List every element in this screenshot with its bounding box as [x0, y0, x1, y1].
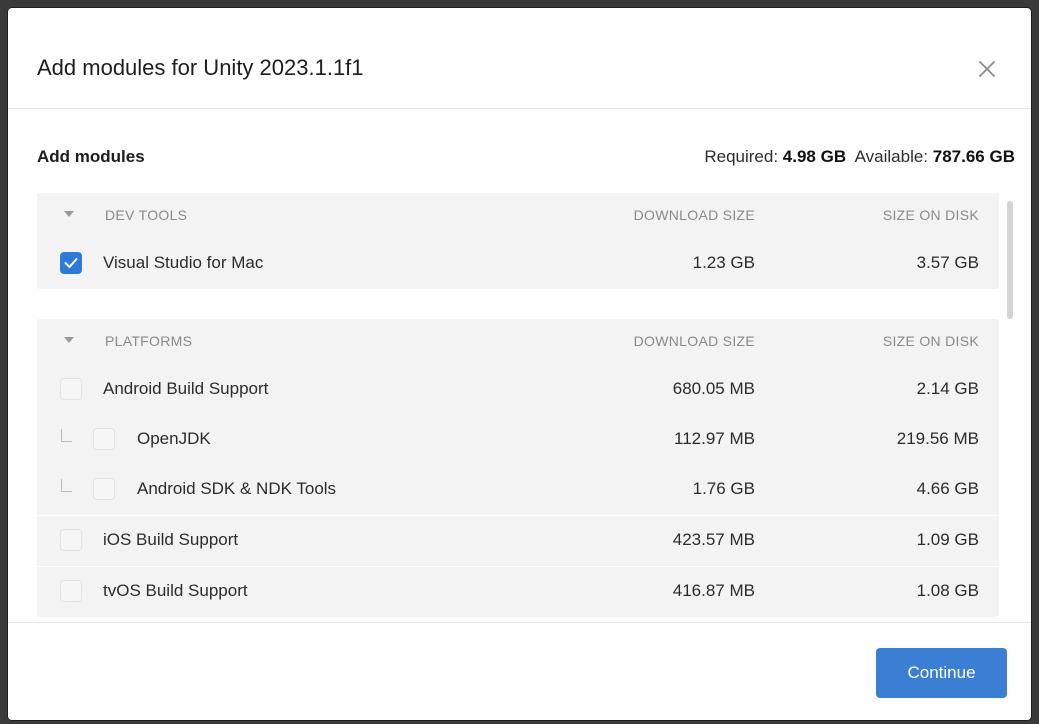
module-name: Visual Studio for Mac	[103, 253, 264, 272]
dialog-header: Add modules for Unity 2023.1.1f1	[8, 8, 1031, 109]
group-name: PLATFORMS	[105, 333, 193, 349]
module-download-size: 1.23 GB	[692, 253, 755, 272]
module-row[interactable]: Android SDK & NDK Tools 1.76 GB 4.66 GB	[37, 465, 999, 515]
download-size-header: DOWNLOAD SIZE	[633, 207, 755, 223]
module-row[interactable]: iOS Build Support 423.57 MB 1.09 GB	[37, 515, 999, 566]
scrollbar-thumb[interactable]	[1007, 201, 1013, 319]
checkmark-icon	[64, 258, 78, 268]
collapse-triangle-icon[interactable]	[64, 211, 74, 217]
module-group-platforms: PLATFORMS DOWNLOAD SIZE SIZE ON DISK Androi…	[37, 319, 999, 617]
dialog-body: Add modules Required: 4.98 GB Available:…	[8, 109, 1031, 622]
group-header: PLATFORMS DOWNLOAD SIZE SIZE ON DISK	[37, 319, 999, 365]
module-download-size: 1.76 GB	[692, 479, 755, 498]
disk-space-summary: Required: 4.98 GB Available: 787.66 GB	[704, 147, 1015, 167]
collapse-triangle-icon[interactable]	[64, 337, 74, 343]
module-size-on-disk: 219.56 MB	[896, 429, 979, 448]
module-name: OpenJDK	[137, 429, 211, 448]
module-name: tvOS Build Support	[103, 581, 248, 600]
required-value: 4.98 GB	[782, 147, 847, 166]
module-name: Android SDK & NDK Tools	[137, 479, 337, 498]
available-label: Available:	[854, 147, 929, 166]
download-size-header: DOWNLOAD SIZE	[633, 333, 755, 349]
module-size-on-disk: 4.66 GB	[916, 479, 979, 498]
dialog-footer: Continue	[8, 622, 1031, 720]
group-name: DEV TOOLS	[105, 207, 188, 223]
required-label: Required:	[704, 147, 779, 166]
module-download-size: 416.87 MB	[672, 581, 755, 600]
available-value: 787.66 GB	[932, 147, 1015, 166]
module-size-on-disk: 1.09 GB	[916, 530, 979, 549]
continue-button[interactable]: Continue	[876, 648, 1007, 698]
size-on-disk-header: SIZE ON DISK	[882, 333, 979, 349]
module-row[interactable]: OpenJDK 112.97 MB 219.56 MB	[37, 415, 999, 465]
module-checkbox[interactable]	[60, 580, 82, 602]
module-checkbox[interactable]	[60, 378, 82, 400]
size-on-disk-header: SIZE ON DISK	[882, 207, 979, 223]
module-checkbox[interactable]	[93, 478, 115, 500]
module-name: iOS Build Support	[103, 530, 239, 549]
module-download-size: 423.57 MB	[672, 530, 755, 549]
module-row[interactable]: Visual Studio for Mac 1.23 GB 3.57 GB	[37, 239, 999, 289]
tree-connector	[61, 479, 72, 492]
module-checkbox[interactable]	[93, 428, 115, 450]
module-checkbox[interactable]	[60, 529, 82, 551]
module-row[interactable]: Android Build Support 680.05 MB 2.14 GB	[37, 365, 999, 415]
add-modules-heading: Add modules	[37, 147, 145, 166]
tree-connector	[61, 429, 72, 442]
add-modules-dialog: Add modules for Unity 2023.1.1f1 Add mod…	[8, 8, 1031, 720]
close-icon	[979, 61, 995, 77]
module-row[interactable]: tvOS Build Support 416.87 MB 1.08 GB	[37, 566, 999, 617]
group-header: DEV TOOLS DOWNLOAD SIZE SIZE ON DISK	[37, 193, 999, 239]
close-button[interactable]	[970, 52, 1004, 86]
module-name: Android Build Support	[103, 379, 269, 398]
module-size-on-disk: 2.14 GB	[916, 379, 979, 398]
module-size-on-disk: 1.08 GB	[916, 581, 979, 600]
module-checkbox[interactable]	[60, 252, 82, 274]
module-download-size: 112.97 MB	[674, 429, 755, 448]
module-group-dev-tools: DEV TOOLS DOWNLOAD SIZE SIZE ON DISK Visual…	[37, 193, 999, 289]
module-size-on-disk: 3.57 GB	[916, 253, 979, 272]
modules-list[interactable]: DEV TOOLS DOWNLOAD SIZE SIZE ON DISK Visual…	[37, 193, 999, 622]
module-download-size: 680.05 MB	[672, 379, 755, 398]
dialog-title: Add modules for Unity 2023.1.1f1	[37, 55, 364, 80]
